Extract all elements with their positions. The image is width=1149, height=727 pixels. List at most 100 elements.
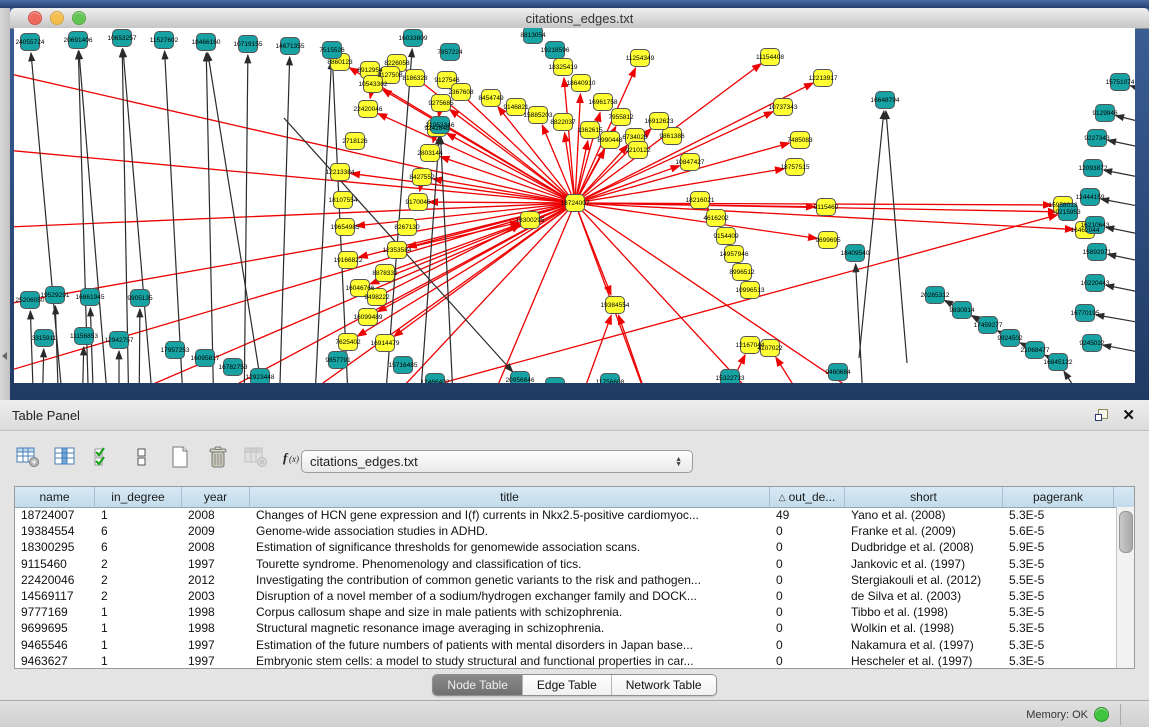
table-cell[interactable]: 19384554 xyxy=(15,524,95,538)
graph-edge[interactable] xyxy=(583,166,679,200)
graph-edge[interactable] xyxy=(370,93,371,98)
graph-edge[interactable] xyxy=(433,137,435,143)
table-cell[interactable]: 14569117 xyxy=(15,589,95,603)
graph-edge[interactable] xyxy=(886,111,907,363)
column-header-out_de[interactable]: △out_de... xyxy=(770,487,845,507)
table-cell[interactable]: 1 xyxy=(95,508,182,522)
graph-edge[interactable] xyxy=(776,357,814,383)
graph-edge[interactable] xyxy=(619,315,654,383)
table-cell[interactable]: 2003 xyxy=(182,589,250,603)
table-cell[interactable]: 6 xyxy=(95,540,182,554)
table-cell[interactable]: 0 xyxy=(770,524,845,538)
table-cell[interactable]: 0 xyxy=(770,621,845,635)
table-cell[interactable]: Changes of HCN gene expression and I(f) … xyxy=(250,508,770,522)
table-row[interactable]: 1938455462009Genome-wide association stu… xyxy=(15,523,1117,539)
graph-edge[interactable] xyxy=(1103,345,1135,355)
table-scrollbar[interactable] xyxy=(1116,507,1134,668)
table-cell[interactable]: 1998 xyxy=(182,605,250,619)
table-cell[interactable]: Wolkin et al. (1998) xyxy=(845,621,1003,635)
table-cell[interactable]: Jankovic et al. (1997) xyxy=(845,557,1003,571)
table-cell[interactable]: 1 xyxy=(95,638,182,652)
table-row[interactable]: 911546021997Tourette syndrome. Phenomeno… xyxy=(15,556,1117,572)
table-cell[interactable]: 5.3E-5 xyxy=(1003,621,1114,635)
table-cell[interactable]: 1997 xyxy=(182,638,250,652)
table-cell[interactable]: Dudbridge et al. (2008) xyxy=(845,540,1003,554)
column-header-title[interactable]: title xyxy=(250,487,770,507)
table-cell[interactable]: Embryonic stem cells: a model to study s… xyxy=(250,654,770,668)
table-cell[interactable]: 22420046 xyxy=(15,573,95,587)
table-cell[interactable]: Franke et al. (2009) xyxy=(845,524,1003,538)
column-header-short[interactable]: short xyxy=(845,487,1003,507)
graph-edge[interactable] xyxy=(1064,371,1094,383)
table-scrollbar-thumb[interactable] xyxy=(1119,511,1133,553)
table-cell[interactable]: 1997 xyxy=(182,557,250,571)
table-cell[interactable]: 5.3E-5 xyxy=(1003,557,1114,571)
graph-edge[interactable] xyxy=(1130,86,1135,94)
table-cell[interactable]: 9699695 xyxy=(15,621,95,635)
network-canvas[interactable]: 1872400718300295193845548860123891295482… xyxy=(14,28,1135,383)
show-columns-button[interactable] xyxy=(52,445,80,473)
new-column-button[interactable] xyxy=(166,445,194,473)
graph-edge[interactable] xyxy=(542,125,571,195)
graph-edge[interactable] xyxy=(244,55,248,383)
table-cell[interactable]: 1998 xyxy=(182,621,250,635)
table-cell[interactable]: 2008 xyxy=(182,508,250,522)
table-cell[interactable]: 0 xyxy=(770,605,845,619)
table-cell[interactable]: 18724007 xyxy=(15,508,95,522)
tab-node-table[interactable]: Node Table xyxy=(433,675,523,695)
table-row[interactable]: 946554611997Estimation of the future num… xyxy=(15,637,1117,653)
table-cell[interactable]: 0 xyxy=(770,557,845,571)
tab-edge-table[interactable]: Edge Table xyxy=(523,675,612,695)
table-cell[interactable]: 1 xyxy=(95,605,182,619)
graph-edge[interactable] xyxy=(82,347,84,383)
row-height-button[interactable] xyxy=(128,445,156,473)
table-cell[interactable]: 6 xyxy=(95,524,182,538)
table-cell[interactable]: de Silva et al. (2003) xyxy=(845,589,1003,603)
table-cell[interactable]: 0 xyxy=(770,573,845,587)
table-cell[interactable]: 5.6E-5 xyxy=(1003,524,1114,538)
network-window-titlebar[interactable]: citations_edges.txt xyxy=(10,8,1149,29)
table-cell[interactable]: Disruption of a novel member of a sodium… xyxy=(250,589,770,603)
table-cell[interactable]: 5.3E-5 xyxy=(1003,589,1114,603)
table-cell[interactable]: 5.3E-5 xyxy=(1003,605,1114,619)
table-cell[interactable]: 0 xyxy=(770,654,845,668)
graph-edge[interactable] xyxy=(55,306,59,383)
column-header-pagerank[interactable]: pagerank xyxy=(1003,487,1114,507)
table-cell[interactable]: Tourette syndrome. Phenomenology and cla… xyxy=(250,557,770,571)
table-cell[interactable]: 0 xyxy=(770,589,845,603)
graph-edge[interactable] xyxy=(1096,315,1135,325)
graph-edge[interactable] xyxy=(1106,227,1135,237)
tab-network-table[interactable]: Network Table xyxy=(612,675,716,695)
table-cell[interactable]: Nakamura et al. (1997) xyxy=(845,638,1003,652)
table-cell[interactable]: 0 xyxy=(770,638,845,652)
table-row[interactable]: 946362711997Embryonic stem cells: a mode… xyxy=(15,653,1117,668)
table-cell[interactable]: Estimation of the future numbers of pati… xyxy=(250,638,770,652)
expand-panel-arrow-icon[interactable] xyxy=(2,352,7,360)
table-cell[interactable]: 5.3E-5 xyxy=(1003,638,1114,652)
table-cell[interactable]: 5.3E-5 xyxy=(1003,508,1114,522)
select-columns-button[interactable] xyxy=(90,445,118,473)
table-row[interactable]: 977716911998Corpus callosum shape and si… xyxy=(15,604,1117,620)
table-cell[interactable]: 0 xyxy=(770,540,845,554)
table-cell[interactable]: 5.9E-5 xyxy=(1003,540,1114,554)
column-header-year[interactable]: year xyxy=(182,487,250,507)
graph-edge[interactable] xyxy=(1104,170,1135,180)
graph-edge[interactable] xyxy=(165,51,184,383)
table-cell[interactable]: 2 xyxy=(95,557,182,571)
table-cell[interactable]: 5.3E-5 xyxy=(1003,654,1114,668)
table-cell[interactable]: 1997 xyxy=(182,654,250,668)
graph-edge[interactable] xyxy=(42,349,44,383)
table-row[interactable]: 1872400712008Changes of HCN gene express… xyxy=(15,507,1117,523)
graph-edge[interactable] xyxy=(14,148,566,202)
table-row[interactable]: 969969511998Structural magnetic resonanc… xyxy=(15,620,1117,636)
table-cell[interactable]: 5.5E-5 xyxy=(1003,573,1114,587)
graph-edge[interactable] xyxy=(1101,199,1135,209)
graph-edge[interactable] xyxy=(139,309,140,383)
table-cell[interactable]: Hescheler et al. (1997) xyxy=(845,654,1003,668)
table-cell[interactable]: 18300295 xyxy=(15,540,95,554)
table-mode-button[interactable] xyxy=(14,445,42,473)
graph-edge[interactable] xyxy=(1108,254,1135,264)
memory-ok-indicator[interactable] xyxy=(1094,707,1109,722)
float-panel-icon[interactable] xyxy=(1095,409,1108,422)
graph-edge[interactable] xyxy=(429,202,566,203)
